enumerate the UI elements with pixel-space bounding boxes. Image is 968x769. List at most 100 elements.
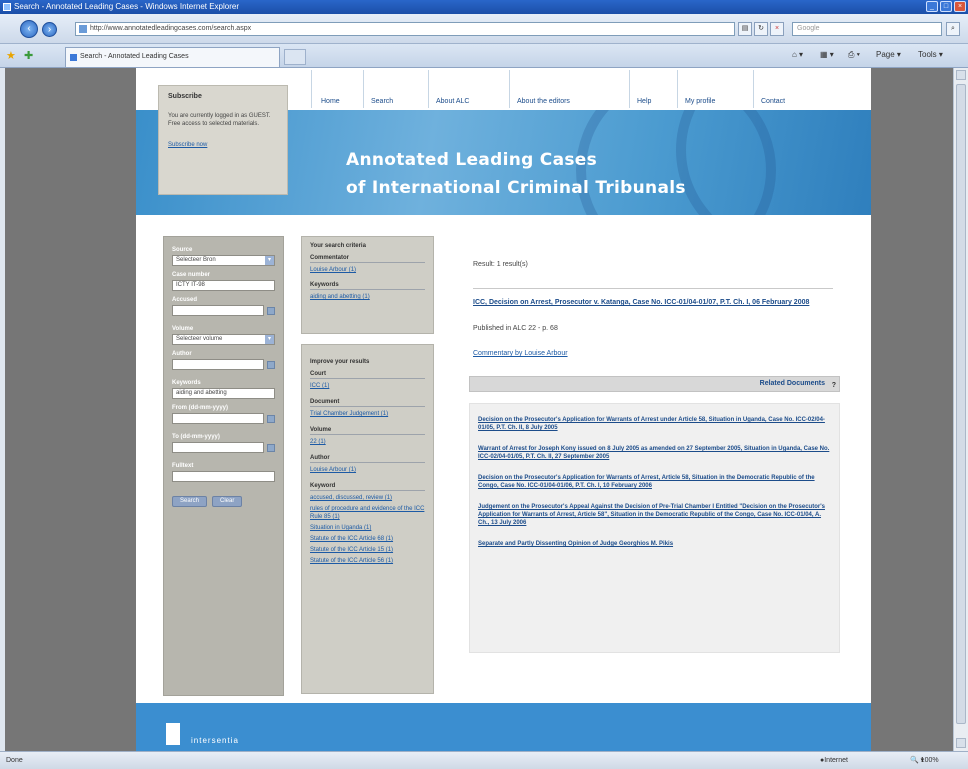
nav-home[interactable]: Home	[321, 98, 340, 105]
calendar-icon[interactable]	[267, 414, 275, 423]
back-icon[interactable]: ‹	[20, 20, 38, 38]
refine-item[interactable]: Statute of the ICC Article 68 (1)	[310, 535, 425, 543]
label-source: Source	[172, 247, 193, 253]
refine-box: Improve your results Court ICC (1) Docum…	[301, 344, 434, 694]
new-tab-button[interactable]	[284, 49, 306, 65]
label-keywords: Keywords	[172, 380, 201, 386]
related-document-link[interactable]: Decision on the Prosecutor's Application…	[478, 474, 831, 490]
criteria-heading: Your search criteria	[310, 243, 366, 249]
criteria-item[interactable]: aiding and abetting (1)	[310, 293, 425, 301]
status-text: Done	[6, 757, 23, 764]
address-bar[interactable]: http://www.annotatedleadingcases.com/sea…	[75, 22, 735, 36]
related-document-link[interactable]: Decision on the Prosecutor's Application…	[478, 416, 831, 432]
tools-menu[interactable]: Tools ▾	[918, 50, 943, 59]
keywords-field[interactable]: aiding and abetting	[172, 388, 275, 399]
refine-item[interactable]: 22 (1)	[310, 438, 425, 446]
result-count: Result: 1 result(s)	[473, 261, 528, 268]
source-select[interactable]: Selecteer Bron ▾	[172, 255, 275, 266]
scroll-down-icon[interactable]	[956, 738, 966, 748]
nav-contact[interactable]: Contact	[761, 98, 785, 105]
scroll-thumb[interactable]	[956, 84, 966, 724]
accused-field[interactable]	[172, 305, 264, 316]
help-icon[interactable]: ?	[832, 379, 836, 393]
commentary-link[interactable]: Commentary by Louise Arbour	[473, 350, 568, 357]
top-navigation: Home Search About ALC About the editors …	[311, 68, 861, 110]
chevron-down-icon: ▾	[265, 256, 274, 265]
nav-about-editors[interactable]: About the editors	[517, 98, 570, 105]
print-icon[interactable]: ⎙ ▾	[848, 50, 860, 60]
banner-decoration	[676, 110, 871, 215]
nav-about-alc[interactable]: About ALC	[436, 98, 469, 105]
chevron-down-icon: ▾	[265, 335, 274, 344]
refine-item[interactable]: Situation in Uganda (1)	[310, 524, 425, 532]
scroll-up-icon[interactable]	[956, 70, 966, 80]
page-viewport: Annotated Leading Cases of International…	[5, 68, 953, 751]
divider	[473, 288, 833, 289]
criteria-item[interactable]: Louise Arbour (1)	[310, 266, 425, 274]
search-button[interactable]: Search	[172, 496, 208, 507]
related-documents-list: Decision on the Prosecutor's Application…	[469, 403, 840, 653]
home-icon[interactable]: ⌂ ▾	[792, 50, 803, 59]
nav-my-profile[interactable]: My profile	[685, 98, 715, 105]
author-field[interactable]	[172, 359, 264, 370]
from-date-field[interactable]	[172, 413, 264, 424]
favorites-star-icon[interactable]: ★	[6, 49, 16, 62]
stop-icon[interactable]: ×	[770, 22, 784, 36]
refine-group-title: Court	[310, 371, 425, 379]
clear-button[interactable]: Clear	[212, 496, 243, 507]
criteria-group-title: Commentator	[310, 255, 425, 263]
facets-column: Your search criteria Commentator Louise …	[301, 236, 434, 696]
maximize-button[interactable]: □	[940, 1, 952, 12]
forward-icon[interactable]: ›	[42, 22, 57, 37]
notice-heading: Subscribe	[168, 93, 202, 100]
zone-indicator: ● Internet	[820, 757, 848, 764]
minimize-button[interactable]: _	[926, 1, 938, 12]
tab-title: Search - Annotated Leading Cases	[80, 53, 189, 60]
close-button[interactable]: ×	[954, 1, 966, 12]
window-title: Search - Annotated Leading Cases - Windo…	[14, 2, 240, 11]
navigation-bar: ‹ › http://www.annotatedleadingcases.com…	[0, 14, 968, 44]
refine-heading: Improve your results	[310, 359, 370, 365]
volume-select[interactable]: Selecteer volume ▾	[172, 334, 275, 345]
refresh-icon[interactable]: ↻	[754, 22, 768, 36]
status-bar: Done ● Internet 🔍 100% ▾	[0, 751, 968, 769]
related-document-link[interactable]: Judgement on the Prosecutor's Appeal Aga…	[478, 503, 831, 527]
refine-item[interactable]: ICC (1)	[310, 382, 425, 390]
vertical-scrollbar[interactable]	[953, 68, 968, 751]
case-number-field[interactable]: ICTY IT-98	[172, 280, 275, 291]
tab-active[interactable]: Search - Annotated Leading Cases	[65, 47, 280, 67]
refine-item[interactable]: Statute of the ICC Article 56 (1)	[310, 557, 425, 565]
notice-text: You are currently logged in as GUEST. Fr…	[168, 113, 271, 127]
calendar-icon[interactable]	[267, 443, 275, 452]
related-documents-header[interactable]: Related Documents ?	[469, 376, 840, 392]
banner-title-line1: Annotated Leading Cases	[346, 150, 598, 170]
results-panel: Result: 1 result(s) ICC, Decision on Arr…	[464, 236, 844, 736]
add-favorites-icon[interactable]: ✚	[24, 49, 33, 62]
refine-item[interactable]: rules of procedure and evidence of the I…	[310, 505, 425, 521]
page-menu[interactable]: Page ▾	[876, 50, 901, 59]
refine-item[interactable]: accused, discussed, review (1)	[310, 494, 425, 502]
address-text: http://www.annotatedleadingcases.com/sea…	[90, 25, 252, 32]
zoom-level[interactable]: 🔍 100% ▾	[910, 752, 939, 769]
footer-brand: intersentia	[191, 736, 239, 745]
title-bar: Search - Annotated Leading Cases - Windo…	[0, 0, 968, 14]
fulltext-field[interactable]	[172, 471, 275, 482]
nav-search[interactable]: Search	[371, 98, 393, 105]
refine-item[interactable]: Statute of the ICC Article 15 (1)	[310, 546, 425, 554]
search-box[interactable]: Google	[792, 22, 942, 36]
compatibility-icon[interactable]: ▤	[738, 22, 752, 36]
related-document-link[interactable]: Separate and Partly Dissenting Opinion o…	[478, 540, 831, 548]
nav-help[interactable]: Help	[637, 98, 651, 105]
notice-link[interactable]: Subscribe now	[168, 142, 278, 148]
lookup-icon[interactable]	[267, 360, 275, 369]
feeds-icon[interactable]: ▦ ▾	[820, 50, 834, 59]
site-footer: intersentia	[136, 703, 871, 751]
refine-item[interactable]: Trial Chamber Judgement (1)	[310, 410, 425, 418]
lookup-icon[interactable]	[267, 306, 275, 315]
search-go-icon[interactable]: ⌕	[946, 22, 960, 36]
refine-item[interactable]: Louise Arbour (1)	[310, 466, 425, 474]
label-case-number: Case number	[172, 272, 211, 278]
to-date-field[interactable]	[172, 442, 264, 453]
related-document-link[interactable]: Warrant of Arrest for Joseph Kony issued…	[478, 445, 831, 461]
case-title-link[interactable]: ICC, Decision on Arrest, Prosecutor v. K…	[473, 298, 833, 307]
